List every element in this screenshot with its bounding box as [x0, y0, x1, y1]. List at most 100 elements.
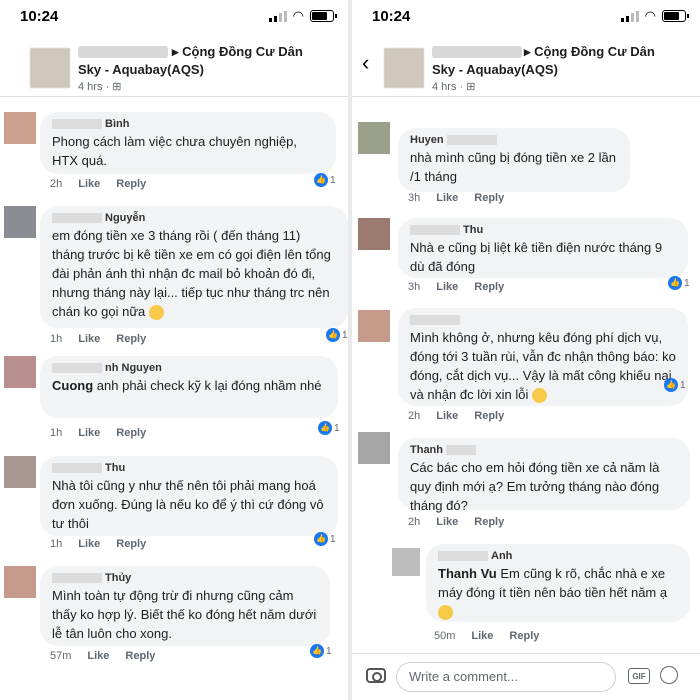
- comment-author[interactable]: Thu: [52, 462, 326, 474]
- group-name[interactable]: ▸ Cộng Đồng Cư Dân: [524, 44, 655, 60]
- like-button[interactable]: Like: [78, 538, 100, 550]
- comment-author[interactable]: nh Nguyen: [52, 362, 326, 374]
- reply-button[interactable]: Reply: [116, 427, 146, 439]
- tagged-name[interactable]: Thanh Vu: [438, 566, 497, 581]
- tagged-name[interactable]: Cuong: [52, 378, 93, 393]
- post-meta: 4 hrs · ⊞: [78, 81, 122, 93]
- comment-time: 1h: [50, 538, 63, 550]
- group-name[interactable]: ▸ Cộng Đồng Cư Dân: [172, 44, 303, 60]
- reaction-count[interactable]: 👍 1: [318, 421, 340, 435]
- comment-author[interactable]: Huyen: [410, 134, 618, 146]
- reply-button[interactable]: Reply: [125, 650, 155, 662]
- comment-actions: 1h Like Reply: [50, 333, 146, 345]
- comment-time: 3h: [408, 281, 421, 293]
- reaction-count[interactable]: 👍 1: [310, 644, 332, 658]
- reply-button[interactable]: Reply: [474, 281, 504, 293]
- like-button[interactable]: Like: [471, 630, 493, 642]
- comment-actions: 3h Like Reply: [408, 281, 504, 293]
- like-button[interactable]: Like: [87, 650, 109, 662]
- reply-button[interactable]: Reply: [116, 178, 146, 190]
- like-button[interactable]: Like: [436, 516, 458, 528]
- comment-text: Cuong anh phải check kỹ k lại đóng nhầm …: [52, 378, 322, 393]
- comment-author[interactable]: Anh: [438, 550, 678, 562]
- like-reaction-icon: 👍: [326, 328, 340, 342]
- comment-bubble: Nguyễn em đóng tiền xe 3 tháng rồi ( đến…: [40, 206, 348, 328]
- comment-author[interactable]: Nguyễn: [52, 212, 336, 224]
- reaction-count[interactable]: 👍 1: [314, 532, 336, 546]
- smile-emoji-icon: [148, 305, 164, 321]
- camera-icon[interactable]: [366, 668, 386, 683]
- comment-actions: 2h Like Reply: [408, 410, 504, 422]
- reaction-count[interactable]: 👍 1: [326, 328, 348, 342]
- avatar[interactable]: [358, 310, 390, 342]
- like-button[interactable]: Like: [78, 333, 100, 345]
- avatar[interactable]: [4, 112, 36, 144]
- wifi-icon: ◠: [644, 8, 656, 23]
- battery-icon: [662, 10, 689, 22]
- comment-time: 1h: [50, 427, 63, 439]
- comment-composer: Write a comment... GIF: [352, 653, 700, 700]
- comment-bubble: Mình không ở, nhưng kêu đóng phí dịch vụ…: [398, 308, 688, 406]
- comment-actions: 1h Like Reply: [50, 538, 146, 550]
- status-time: 10:24: [20, 8, 59, 25]
- avatar[interactable]: [4, 206, 36, 238]
- gif-icon[interactable]: GIF: [628, 668, 650, 684]
- comment-actions: 50m Like Reply: [434, 630, 539, 642]
- avatar[interactable]: [358, 218, 390, 250]
- like-reaction-icon: 👍: [668, 276, 682, 290]
- reaction-count[interactable]: 👍 1: [314, 173, 336, 187]
- reply-button[interactable]: Reply: [116, 333, 146, 345]
- avatar[interactable]: [358, 122, 390, 154]
- reply-button[interactable]: Reply: [474, 516, 504, 528]
- post-meta: 4 hrs · ⊞: [432, 81, 476, 93]
- like-button[interactable]: Like: [436, 281, 458, 293]
- comment-text: nhà mình cũng bị đóng tiền xe 2 lần /1 t…: [410, 150, 616, 184]
- community-name[interactable]: Sky - Aquabay(AQS): [432, 62, 558, 77]
- comment-bubble: Thu Nhà tôi cũng y như thế nên tôi phải …: [40, 456, 338, 536]
- reply-button[interactable]: Reply: [474, 192, 504, 204]
- reaction-count[interactable]: 👍 1: [664, 378, 686, 392]
- status-bar: 10:24 ◠: [352, 0, 700, 34]
- avatar[interactable]: [4, 566, 36, 598]
- smile-emoji-icon: [532, 388, 547, 404]
- comment-input[interactable]: Write a comment...: [396, 662, 616, 692]
- comment-author[interactable]: Thu: [410, 224, 676, 236]
- back-icon[interactable]: ‹: [362, 50, 369, 76]
- comment-time: 50m: [434, 630, 456, 642]
- comment-text: Phong cách làm việc chưa chuyên nghiệp, …: [52, 134, 298, 168]
- avatar[interactable]: [4, 456, 36, 488]
- community-name[interactable]: Sky - Aquabay(AQS): [78, 62, 204, 77]
- comment-author[interactable]: Bình: [52, 118, 324, 130]
- like-button[interactable]: Like: [78, 178, 100, 190]
- like-button[interactable]: Like: [436, 192, 458, 204]
- like-reaction-icon: 👍: [310, 644, 324, 658]
- comment-bubble: Anh Thanh Vu Em cũng k rõ, chắc nhà e xe…: [426, 544, 690, 622]
- comment-text: Các bác cho em hỏi đóng tiền xe cả năm l…: [410, 460, 660, 513]
- avatar[interactable]: [4, 356, 36, 388]
- comment-author[interactable]: Thanh: [410, 444, 678, 456]
- comment-author[interactable]: [410, 314, 676, 326]
- reply-button[interactable]: Reply: [509, 630, 539, 642]
- reply-button[interactable]: Reply: [116, 538, 146, 550]
- like-button[interactable]: Like: [78, 427, 100, 439]
- comment-actions: 3h Like Reply: [408, 192, 504, 204]
- sticker-icon[interactable]: [660, 666, 678, 684]
- like-reaction-icon: 👍: [314, 173, 328, 187]
- left-screenshot: 10:24 ◠ ▸ Cộng Đồng Cư Dân Sky - Aquabay…: [0, 0, 348, 700]
- like-button[interactable]: Like: [436, 410, 458, 422]
- reply-button[interactable]: Reply: [474, 410, 504, 422]
- comment-text: Mình không ở, nhưng kêu đóng phí dịch vụ…: [410, 330, 676, 404]
- avatar[interactable]: [358, 432, 390, 464]
- blurred-poster-name: [78, 46, 168, 58]
- reaction-count[interactable]: 👍 1: [668, 276, 690, 290]
- smile-emoji-icon: [438, 605, 453, 621]
- comment-text: Mình toàn tự động trừ đi nhưng cũng cảm …: [52, 588, 317, 641]
- status-time: 10:24: [372, 8, 411, 25]
- battery-icon: [310, 10, 337, 22]
- group-avatar[interactable]: [30, 48, 70, 88]
- comment-time: 2h: [50, 178, 63, 190]
- signal-icon: [620, 10, 639, 22]
- group-avatar[interactable]: [384, 48, 424, 88]
- comment-author[interactable]: Thủy: [52, 572, 318, 584]
- avatar[interactable]: [392, 548, 420, 576]
